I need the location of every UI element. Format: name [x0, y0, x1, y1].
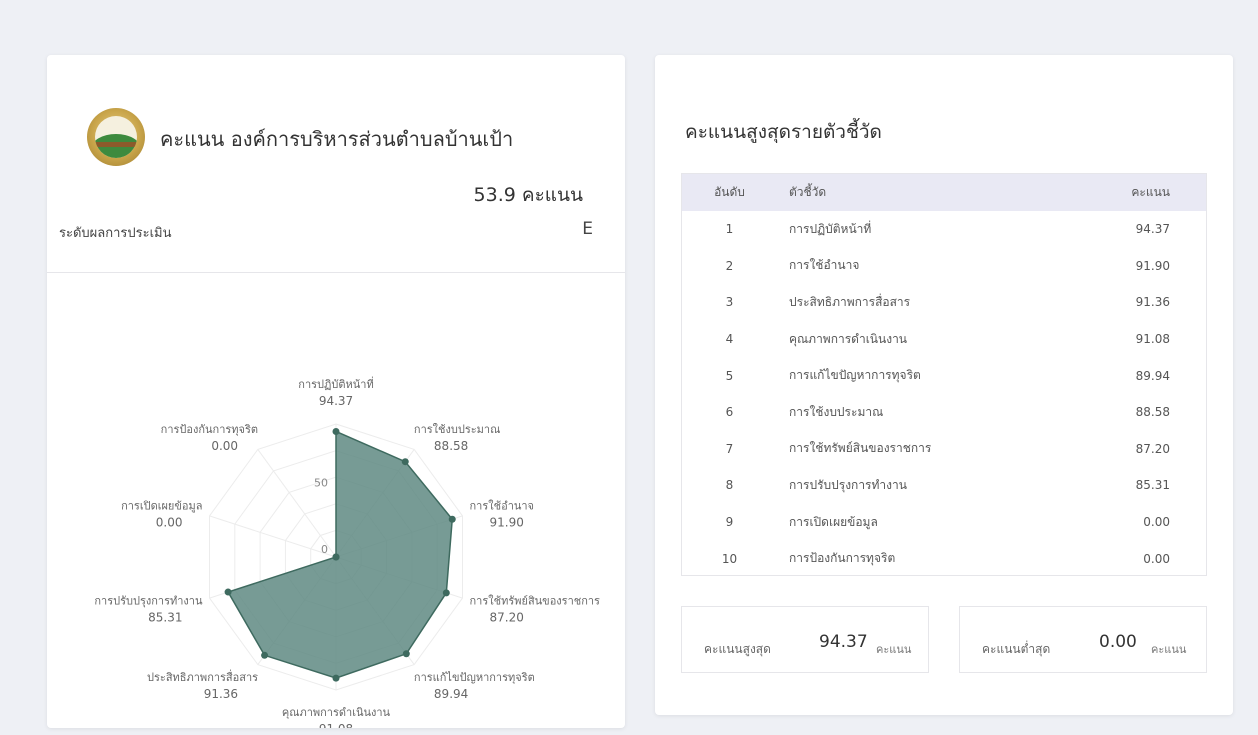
- radar-chart: 0 50 การปฏิบัติหน้าที่ 94.37 การใช้งบประมาณ 8…: [94, 376, 601, 728]
- radar-point: [332, 427, 340, 435]
- table-row: 10 การป้องกันการทุจริต 0.00: [682, 540, 1206, 577]
- max-score-label: คะแนนสูงสุด: [704, 642, 771, 656]
- radar-value-label: 89.94: [434, 687, 468, 701]
- radar-indicator-label: การปฏิบัติหน้าที่: [298, 376, 373, 391]
- table-header: อันดับ ตัวชี้วัด คะแนน: [682, 174, 1206, 211]
- radar-point: [332, 674, 340, 682]
- radar-indicator-label: การเปิดเผยข้อมูล: [121, 500, 202, 513]
- header-indicator: ตัวชี้วัด: [789, 185, 827, 199]
- rank-cell: 7: [725, 441, 734, 456]
- radar-value-label: 94.37: [319, 394, 353, 408]
- min-score-unit: คะแนน: [1151, 643, 1187, 656]
- indicator-cell: การใช้งบประมาณ: [789, 404, 884, 419]
- score-cell: 88.58: [1135, 405, 1170, 420]
- min-score-label: คะแนนต่ำสุด: [982, 642, 1051, 656]
- indicator-cell: การใช้ทรัพย์สินของราชการ: [789, 441, 932, 456]
- rank-cell: 2: [725, 258, 734, 273]
- min-score-value: 0.00: [1099, 632, 1137, 652]
- table-row: 5 การแก้ไขปัญหาการทุจริต 89.94: [682, 357, 1206, 394]
- radar-value-label: 0.00: [156, 516, 183, 530]
- radar-indicator-label: การใช้ทรัพย์สินของราชการ: [470, 594, 601, 607]
- radar-indicator-label: การป้องกันการทุจริต: [161, 423, 258, 436]
- rank-cell: 8: [725, 478, 734, 493]
- indicator-cell: ประสิทธิภาพการสื่อสาร: [789, 294, 911, 309]
- radar-value-label: 88.58: [434, 439, 468, 453]
- indicator-cell: คุณภาพการดำเนินงาน: [789, 331, 908, 346]
- radar-value-label: 87.20: [490, 610, 524, 624]
- radar-point: [332, 553, 340, 561]
- radar-value-label: 91.08: [319, 722, 353, 728]
- rank-cell: 4: [725, 332, 734, 347]
- radar-spoke: [209, 515, 337, 558]
- max-score-box: คะแนนสูงสุด 94.37 คะแนน: [681, 606, 929, 673]
- radar-indicator-label: ประสิทธิภาพการสื่อสาร: [147, 669, 258, 684]
- radar-point: [224, 588, 232, 596]
- table-row: 8 การปรับปรุงการทำงาน 85.31: [682, 467, 1206, 504]
- radar-point: [261, 651, 269, 659]
- score-header: คะแนน องค์การบริหารส่วนตำบลบ้านเป้า 53.9…: [47, 55, 625, 273]
- ranking-card: คะแนนสูงสุดรายตัวชี้วัด อันดับ ตัวชี้วัด…: [655, 55, 1233, 715]
- radar-indicator-label: การปรับปรุงการทำงาน: [94, 594, 203, 607]
- max-score-unit: คะแนน: [876, 643, 912, 656]
- assessment-level-label: ระดับผลการประเมิน: [59, 226, 172, 241]
- indicator-cell: การปรับปรุงการทำงาน: [789, 477, 907, 492]
- score-cell: 91.36: [1135, 295, 1170, 310]
- ranking-table: อันดับ ตัวชี้วัด คะแนน 1 การปฏิบัติหน้าที…: [681, 173, 1207, 576]
- table-body: 1 การปฏิบัติหน้าที่ 94.37 2 การใช้อำนาจ 91.90…: [682, 211, 1206, 577]
- score-cell: 89.94: [1135, 368, 1170, 383]
- rank-cell: 1: [725, 222, 734, 237]
- max-score-value: 94.37: [819, 632, 868, 652]
- radar-value-label: 85.31: [148, 610, 182, 624]
- score-cell: 85.31: [1135, 478, 1170, 493]
- radar-point: [448, 515, 456, 523]
- organization-logo-icon: [87, 108, 145, 166]
- radar-scale-label: 0: [321, 543, 328, 556]
- rank-cell: 6: [725, 405, 734, 420]
- score-cell: 91.08: [1135, 332, 1170, 347]
- rank-cell: 3: [725, 295, 734, 310]
- table-row: 6 การใช้งบประมาณ 88.58: [682, 394, 1206, 431]
- radar-value-label: 0.00: [211, 439, 238, 453]
- radar-point: [442, 589, 450, 597]
- organization-score-card: คะแนน องค์การบริหารส่วนตำบลบ้านเป้า 53.9…: [47, 55, 625, 728]
- radar-point: [401, 458, 409, 466]
- radar-area: [226, 430, 454, 679]
- table-row: 4 คุณภาพการดำเนินงาน 91.08: [682, 321, 1206, 358]
- score-cell: 91.90: [1135, 258, 1170, 273]
- radar-scale-label: 50: [314, 477, 328, 490]
- header-rank: อันดับ: [714, 185, 745, 199]
- score-cell: 0.00: [1143, 515, 1170, 530]
- assessment-level-value: E: [582, 219, 593, 239]
- organization-title: คะแนน องค์การบริหารส่วนตำบลบ้านเป้า: [160, 127, 514, 151]
- rank-cell: 10: [721, 551, 738, 566]
- table-row: 1 การปฏิบัติหน้าที่ 94.37: [682, 211, 1206, 248]
- radar-point: [402, 650, 410, 658]
- rank-cell: 9: [725, 515, 734, 530]
- indicator-cell: การปฏิบัติหน้าที่: [789, 221, 872, 236]
- table-row: 7 การใช้ทรัพย์สินของราชการ 87.20: [682, 431, 1206, 468]
- total-score: 53.9 คะแนน: [473, 184, 583, 206]
- rank-cell: 5: [725, 368, 734, 383]
- ranking-title: คะแนนสูงสุดรายตัวชี้วัด: [685, 121, 882, 143]
- indicator-cell: การแก้ไขปัญหาการทุจริต: [789, 368, 921, 383]
- table-row: 3 ประสิทธิภาพการสื่อสาร 91.36: [682, 284, 1206, 321]
- indicator-cell: การเปิดเผยข้อมูล: [789, 514, 878, 529]
- radar-spoke: [257, 449, 337, 558]
- indicator-cell: การใช้อำนาจ: [789, 258, 860, 273]
- table-row: 2 การใช้อำนาจ 91.90: [682, 248, 1206, 285]
- min-score-box: คะแนนต่ำสุด 0.00 คะแนน: [959, 606, 1207, 673]
- radar-value-label: 91.36: [204, 687, 238, 701]
- radar-indicator-label: การใช้อำนาจ: [470, 500, 535, 513]
- indicator-cell: การป้องกันการทุจริต: [789, 551, 896, 566]
- score-cell: 0.00: [1143, 551, 1170, 566]
- radar-indicator-label: การแก้ไขปัญหาการทุจริต: [414, 671, 535, 684]
- score-cell: 94.37: [1135, 222, 1170, 237]
- table-row: 9 การเปิดเผยข้อมูล 0.00: [682, 504, 1206, 541]
- header-score: คะแนน: [1131, 185, 1170, 199]
- radar-value-label: 91.90: [490, 516, 524, 530]
- radar-indicator-label: การใช้งบประมาณ: [414, 423, 500, 436]
- radar-indicator-label: คุณภาพการดำเนินงาน: [282, 706, 391, 719]
- score-cell: 87.20: [1135, 441, 1170, 456]
